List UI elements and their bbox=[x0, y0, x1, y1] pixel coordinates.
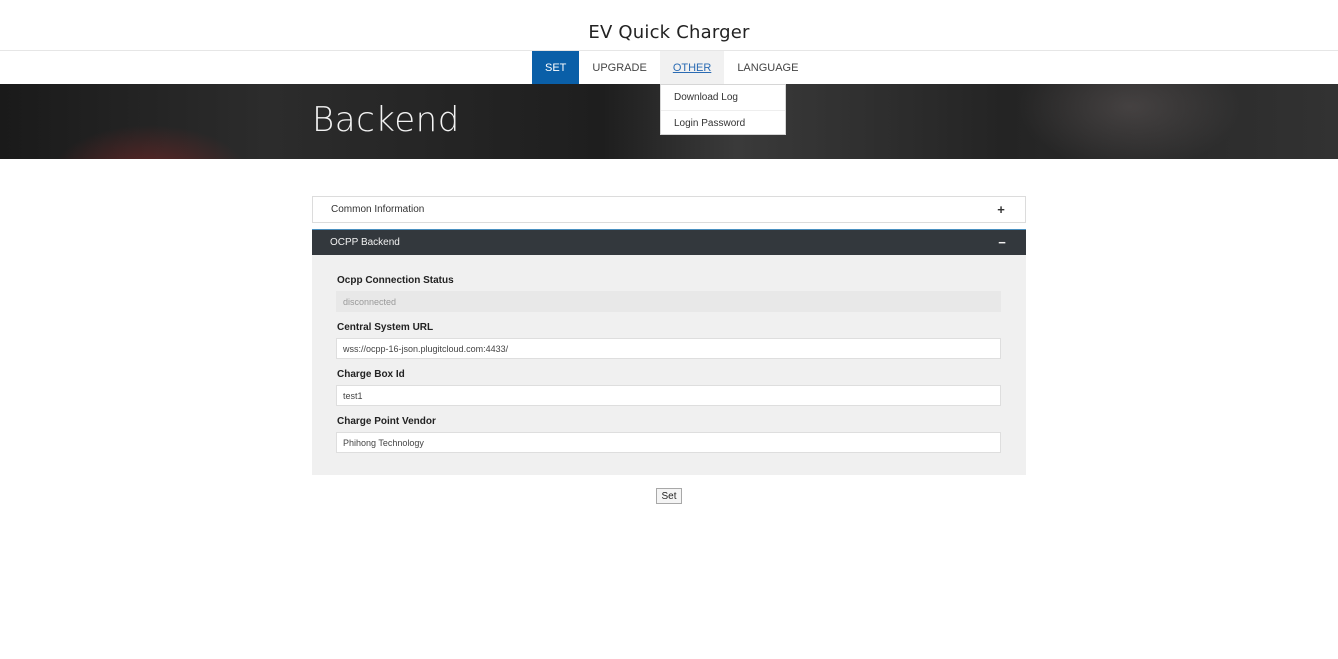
menu-item-download-log[interactable]: Download Log bbox=[661, 85, 785, 110]
charge-box-id-input[interactable] bbox=[336, 385, 1001, 406]
site-title: EV Quick Charger bbox=[588, 22, 750, 43]
nav-item-other[interactable]: OTHER bbox=[659, 51, 725, 84]
charge-point-vendor-input[interactable] bbox=[336, 432, 1001, 453]
connection-status-field bbox=[336, 291, 1001, 312]
central-system-url-input[interactable] bbox=[336, 338, 1001, 359]
minus-icon[interactable]: − bbox=[996, 235, 1008, 250]
section-ocpp-backend[interactable]: OCPP Backend − bbox=[312, 229, 1026, 255]
plus-icon[interactable]: + bbox=[995, 202, 1007, 217]
set-button[interactable]: Set bbox=[656, 488, 682, 504]
section-common-label: Common Information bbox=[331, 204, 425, 215]
nav-item-upgrade[interactable]: UPGRADE bbox=[579, 51, 659, 84]
menu-item-login-password[interactable]: Login Password bbox=[661, 110, 785, 135]
nav-item-set[interactable]: SET bbox=[532, 51, 580, 84]
top-nav: SET UPGRADE OTHER LANGUAGE bbox=[532, 51, 811, 84]
section-common-information[interactable]: Common Information + bbox=[312, 196, 1026, 223]
nav-item-language[interactable]: LANGUAGE bbox=[724, 51, 811, 84]
section-ocpp-label: OCPP Backend bbox=[330, 237, 400, 248]
charge-point-vendor-label: Charge Point Vendor bbox=[337, 416, 436, 427]
charge-box-id-label: Charge Box Id bbox=[337, 369, 405, 380]
page-title: Backend bbox=[312, 100, 460, 140]
top-nav-bar: SET UPGRADE OTHER LANGUAGE bbox=[0, 50, 1338, 84]
ocpp-form: Ocpp Connection Status Central System UR… bbox=[312, 255, 1026, 475]
other-dropdown-menu: Download Log Login Password bbox=[660, 84, 786, 135]
central-system-url-label: Central System URL bbox=[337, 322, 434, 333]
connection-status-label: Ocpp Connection Status bbox=[337, 275, 454, 286]
